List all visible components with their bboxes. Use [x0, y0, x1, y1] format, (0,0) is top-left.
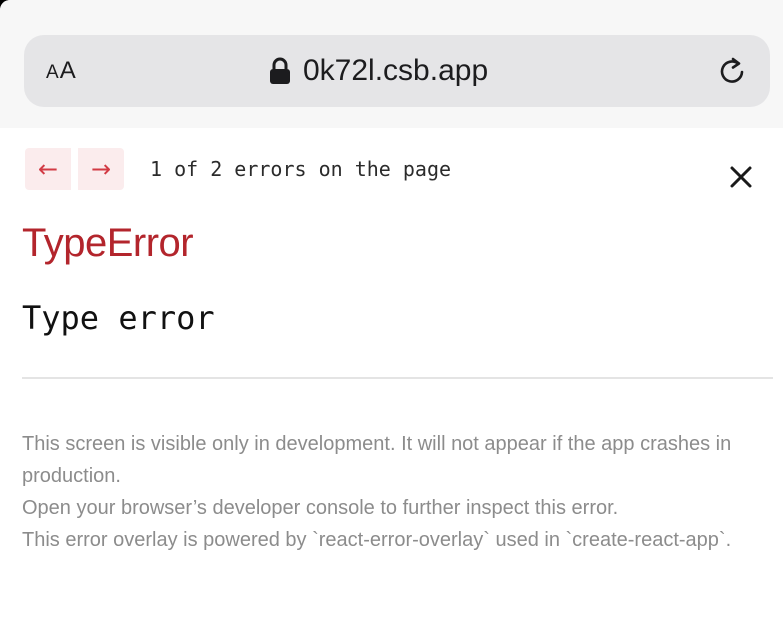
reload-icon[interactable] [716, 55, 748, 87]
text-size-button[interactable]: AA [46, 56, 77, 86]
error-type-heading: TypeError [22, 221, 194, 265]
lock-icon [270, 57, 290, 84]
footer-note-development: This screen is visible only in developme… [22, 433, 732, 487]
address-bar[interactable]: AA 0k72l.csb.app [24, 35, 770, 107]
url-text: 0k72l.csb.app [303, 54, 489, 87]
error-count: 1 of 2 errors on the page [150, 157, 452, 181]
divider [22, 377, 773, 379]
text-size-large-a: A [59, 57, 77, 84]
url-display[interactable]: 0k72l.csb.app [269, 51, 488, 91]
footer-notes: This screen is visible only in developme… [22, 428, 762, 556]
text-size-small-a: A [46, 62, 60, 83]
footer-note-powered-by: This error overlay is powered by `react-… [22, 529, 732, 551]
footer-note-console: Open your browser’s developer console to… [22, 497, 619, 519]
error-overlay: ← → 1 of 2 errors on the page TypeError … [0, 128, 783, 627]
next-error-button[interactable]: → [78, 148, 124, 190]
browser-chrome: AA 0k72l.csb.app [0, 0, 783, 128]
close-icon[interactable] [729, 165, 753, 189]
error-message: Type error [22, 299, 215, 337]
phone-screen: AA 0k72l.csb.app ← → 1 of 2 errors on th… [0, 0, 783, 627]
previous-error-button[interactable]: ← [25, 148, 71, 190]
